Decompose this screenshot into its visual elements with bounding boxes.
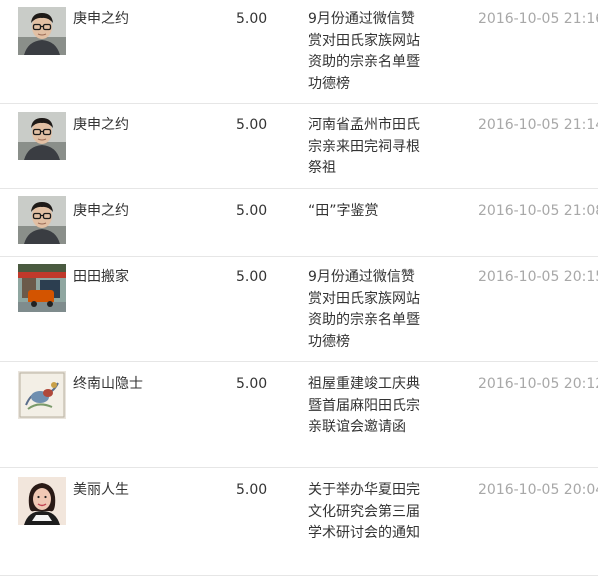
list-item: 终南山隐士 5.00 祖屋重建竣工庆典暨首届麻阳田氏宗亲联谊会邀请函 2016-… xyxy=(0,362,598,468)
donor-name[interactable]: 终南山隐士 xyxy=(73,374,143,394)
donation-time: 2016-10-05 20:15 xyxy=(478,269,598,285)
article-title-link[interactable]: 关于举办华夏田完文化研究会第三届学术研讨会的通知 xyxy=(308,480,426,545)
donor-name[interactable]: 田田搬家 xyxy=(73,267,129,287)
donation-amount: 5.00 xyxy=(236,482,268,498)
donor-name[interactable]: 庚申之约 xyxy=(73,115,129,135)
list-item: 庚申之约 5.00 9月份通过微信赞赏对田氏家族网站资助的宗亲名单暨功德榜 20… xyxy=(0,0,598,104)
donation-time: 2016-10-05 20:12 xyxy=(478,376,598,392)
donation-time: 2016-10-05 21:08 xyxy=(478,203,598,219)
donation-amount: 5.00 xyxy=(236,269,268,285)
man-glasses-avatar-icon[interactable] xyxy=(18,196,66,244)
donation-amount: 5.00 xyxy=(236,376,268,392)
street-photo-avatar-icon[interactable] xyxy=(18,264,66,312)
painting-avatar-icon[interactable] xyxy=(18,371,66,419)
man-glasses-avatar-icon[interactable] xyxy=(18,112,66,160)
donor-name[interactable]: 庚申之约 xyxy=(73,9,129,29)
donation-record-list: 庚申之约 5.00 9月份通过微信赞赏对田氏家族网站资助的宗亲名单暨功德榜 20… xyxy=(0,0,598,576)
donation-amount: 5.00 xyxy=(236,203,268,219)
list-item: 庚申之约 5.00 河南省孟州市田氏宗亲来田完祠寻根祭祖 2016-10-05 … xyxy=(0,104,598,189)
donor-name[interactable]: 美丽人生 xyxy=(73,480,129,500)
woman-avatar-icon[interactable] xyxy=(18,477,66,525)
article-title-link[interactable]: 祖屋重建竣工庆典暨首届麻阳田氏宗亲联谊会邀请函 xyxy=(308,374,426,439)
article-title-link[interactable]: 9月份通过微信赞赏对田氏家族网站资助的宗亲名单暨功德榜 xyxy=(308,267,426,353)
donation-amount: 5.00 xyxy=(236,117,268,133)
article-title-link[interactable]: 9月份通过微信赞赏对田氏家族网站资助的宗亲名单暨功德榜 xyxy=(308,9,426,95)
list-item: 美丽人生 5.00 关于举办华夏田完文化研究会第三届学术研讨会的通知 2016-… xyxy=(0,468,598,576)
list-item: 庚申之约 5.00 “田”字鉴赏 2016-10-05 21:08 xyxy=(0,189,598,257)
man-glasses-avatar-icon[interactable] xyxy=(18,7,66,55)
donation-time: 2016-10-05 21:14 xyxy=(478,117,598,133)
donor-name[interactable]: 庚申之约 xyxy=(73,201,129,221)
article-title-link[interactable]: “田”字鉴赏 xyxy=(308,201,438,223)
article-title-link[interactable]: 河南省孟州市田氏宗亲来田完祠寻根祭祖 xyxy=(308,115,426,180)
donation-time: 2016-10-05 21:16 xyxy=(478,11,598,27)
list-item: 田田搬家 5.00 9月份通过微信赞赏对田氏家族网站资助的宗亲名单暨功德榜 20… xyxy=(0,257,598,362)
donation-time: 2016-10-05 20:04 xyxy=(478,482,598,498)
donation-amount: 5.00 xyxy=(236,11,268,27)
